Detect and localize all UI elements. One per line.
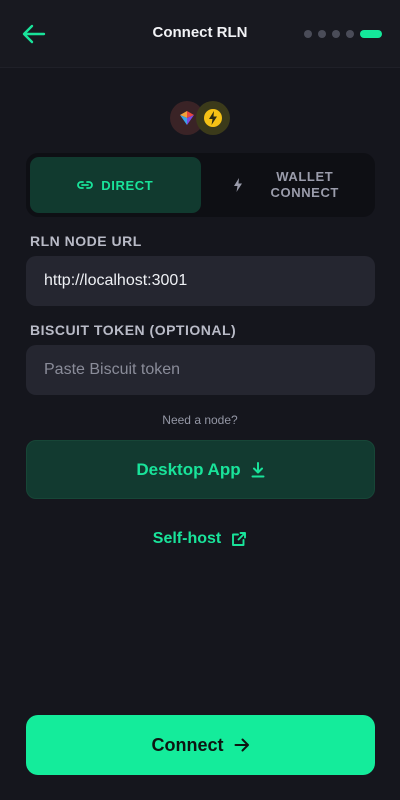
- arrow-right-icon: [234, 738, 249, 752]
- step-dot: [318, 30, 326, 38]
- node-url-input[interactable]: [26, 256, 375, 306]
- self-host-label: Self-host: [152, 530, 222, 547]
- step-dot: [304, 30, 312, 38]
- rln-logo-icon: [180, 111, 194, 125]
- tab-wallet-label-line2: CONNECT: [270, 185, 339, 200]
- link-icon: [77, 181, 94, 189]
- tab-wallet-connect[interactable]: WALLET CONNECT: [201, 157, 372, 213]
- lightning-logo-icon: [204, 109, 222, 127]
- node-url-label: RLN NODE URL: [30, 233, 142, 249]
- connect-button[interactable]: Connect: [26, 715, 375, 775]
- connection-mode-toggle: DIRECT WALLET CONNECT: [26, 153, 375, 217]
- biscuit-token-input[interactable]: [26, 345, 375, 395]
- need-node-text: Need a node?: [162, 413, 238, 427]
- app-header: Connect RLN: [0, 0, 400, 68]
- external-link-icon: [232, 532, 247, 546]
- step-dot: [332, 30, 340, 38]
- lightning-logo: [196, 101, 230, 135]
- biscuit-token-label: BISCUIT TOKEN (OPTIONAL): [30, 322, 237, 338]
- tab-direct[interactable]: DIRECT: [30, 157, 201, 213]
- tab-wallet-connect-label: WALLET CONNECT: [271, 169, 339, 201]
- step-dot-active: [360, 30, 382, 38]
- self-host-link[interactable]: Self-host: [0, 530, 400, 548]
- connect-label: Connect: [151, 734, 224, 755]
- step-dot: [346, 30, 354, 38]
- provider-logos: [170, 101, 232, 137]
- tab-direct-label: DIRECT: [101, 177, 154, 193]
- download-icon: [251, 461, 265, 477]
- desktop-app-label: Desktop App: [136, 459, 241, 479]
- lightning-icon: [233, 178, 242, 192]
- desktop-app-button[interactable]: Desktop App: [26, 440, 375, 499]
- step-indicator: [304, 30, 382, 38]
- tab-wallet-label-line1: WALLET: [276, 169, 334, 184]
